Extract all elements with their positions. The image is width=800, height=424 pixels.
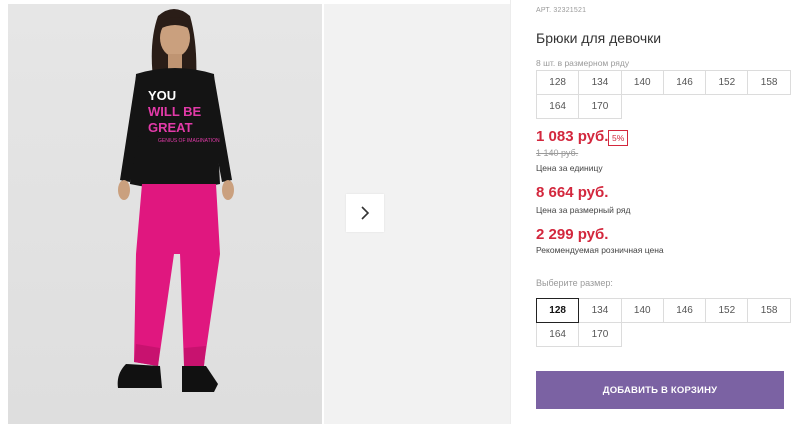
set-price-label: Цена за размерный ряд bbox=[536, 205, 631, 215]
size-option[interactable]: 152 bbox=[705, 298, 749, 323]
size-option[interactable]: 134 bbox=[578, 298, 622, 323]
pack-size-cell: 146 bbox=[662, 70, 707, 95]
pack-size-cell: 164 bbox=[536, 94, 580, 119]
size-option[interactable]: 170 bbox=[578, 322, 622, 347]
print-line-4: GENIUS OF IMAGINATION bbox=[158, 138, 220, 144]
add-to-cart-button[interactable]: ДОБАВИТЬ В КОРЗИНУ bbox=[536, 371, 784, 409]
size-option[interactable]: 146 bbox=[662, 298, 707, 323]
set-price: 8 664 руб. bbox=[536, 184, 609, 201]
discount-badge: 5% bbox=[608, 130, 629, 146]
product-photo[interactable]: YOU WILL BE GREAT GENIUS OF IMAGINATION bbox=[8, 4, 322, 424]
product-info-panel: АРТ. 32321521 Брюки для девочки 8 шт. в … bbox=[536, 0, 792, 424]
pack-size-cell: 134 bbox=[578, 70, 622, 95]
unit-price-label: Цена за единицу bbox=[536, 163, 603, 173]
pack-size-cell: 170 bbox=[578, 94, 622, 119]
size-option[interactable]: 164 bbox=[536, 322, 580, 347]
pack-size-cell: 158 bbox=[747, 70, 791, 95]
print-line-2: WILL BE bbox=[148, 104, 202, 119]
article-number: АРТ. 32321521 bbox=[536, 7, 587, 14]
size-option[interactable]: 140 bbox=[620, 298, 664, 323]
size-selector: 128 134 140 146 152 158 164 170 bbox=[536, 298, 791, 347]
product-title: Брюки для девочки bbox=[536, 30, 662, 46]
divider bbox=[510, 0, 511, 424]
chevron-right-icon bbox=[361, 206, 370, 220]
old-price: 1 140 руб. bbox=[536, 148, 579, 158]
print-line-1: YOU bbox=[148, 88, 176, 103]
size-option-selected[interactable]: 128 bbox=[536, 298, 580, 323]
pack-size-cell: 140 bbox=[620, 70, 664, 95]
print-line-3: GREAT bbox=[148, 120, 193, 135]
model-illustration: YOU WILL BE GREAT GENIUS OF IMAGINATION bbox=[117, 9, 234, 392]
next-photo-button[interactable] bbox=[346, 194, 384, 232]
pack-note: 8 шт. в размерном ряду bbox=[536, 58, 630, 68]
rrp-price-label: Рекомендуемая розничная цена bbox=[536, 245, 664, 255]
size-option[interactable]: 158 bbox=[747, 298, 791, 323]
size-select-label: Выберите размер: bbox=[536, 278, 613, 288]
pack-size-grid: 128 134 140 146 152 158 164 170 bbox=[536, 70, 791, 119]
pack-size-cell: 152 bbox=[705, 70, 749, 95]
rrp-price: 2 299 руб. bbox=[536, 226, 609, 243]
pack-size-cell: 128 bbox=[536, 70, 580, 95]
unit-price: 1 083 руб. bbox=[536, 128, 609, 145]
product-gallery: YOU WILL BE GREAT GENIUS OF IMAGINATION bbox=[0, 0, 510, 424]
